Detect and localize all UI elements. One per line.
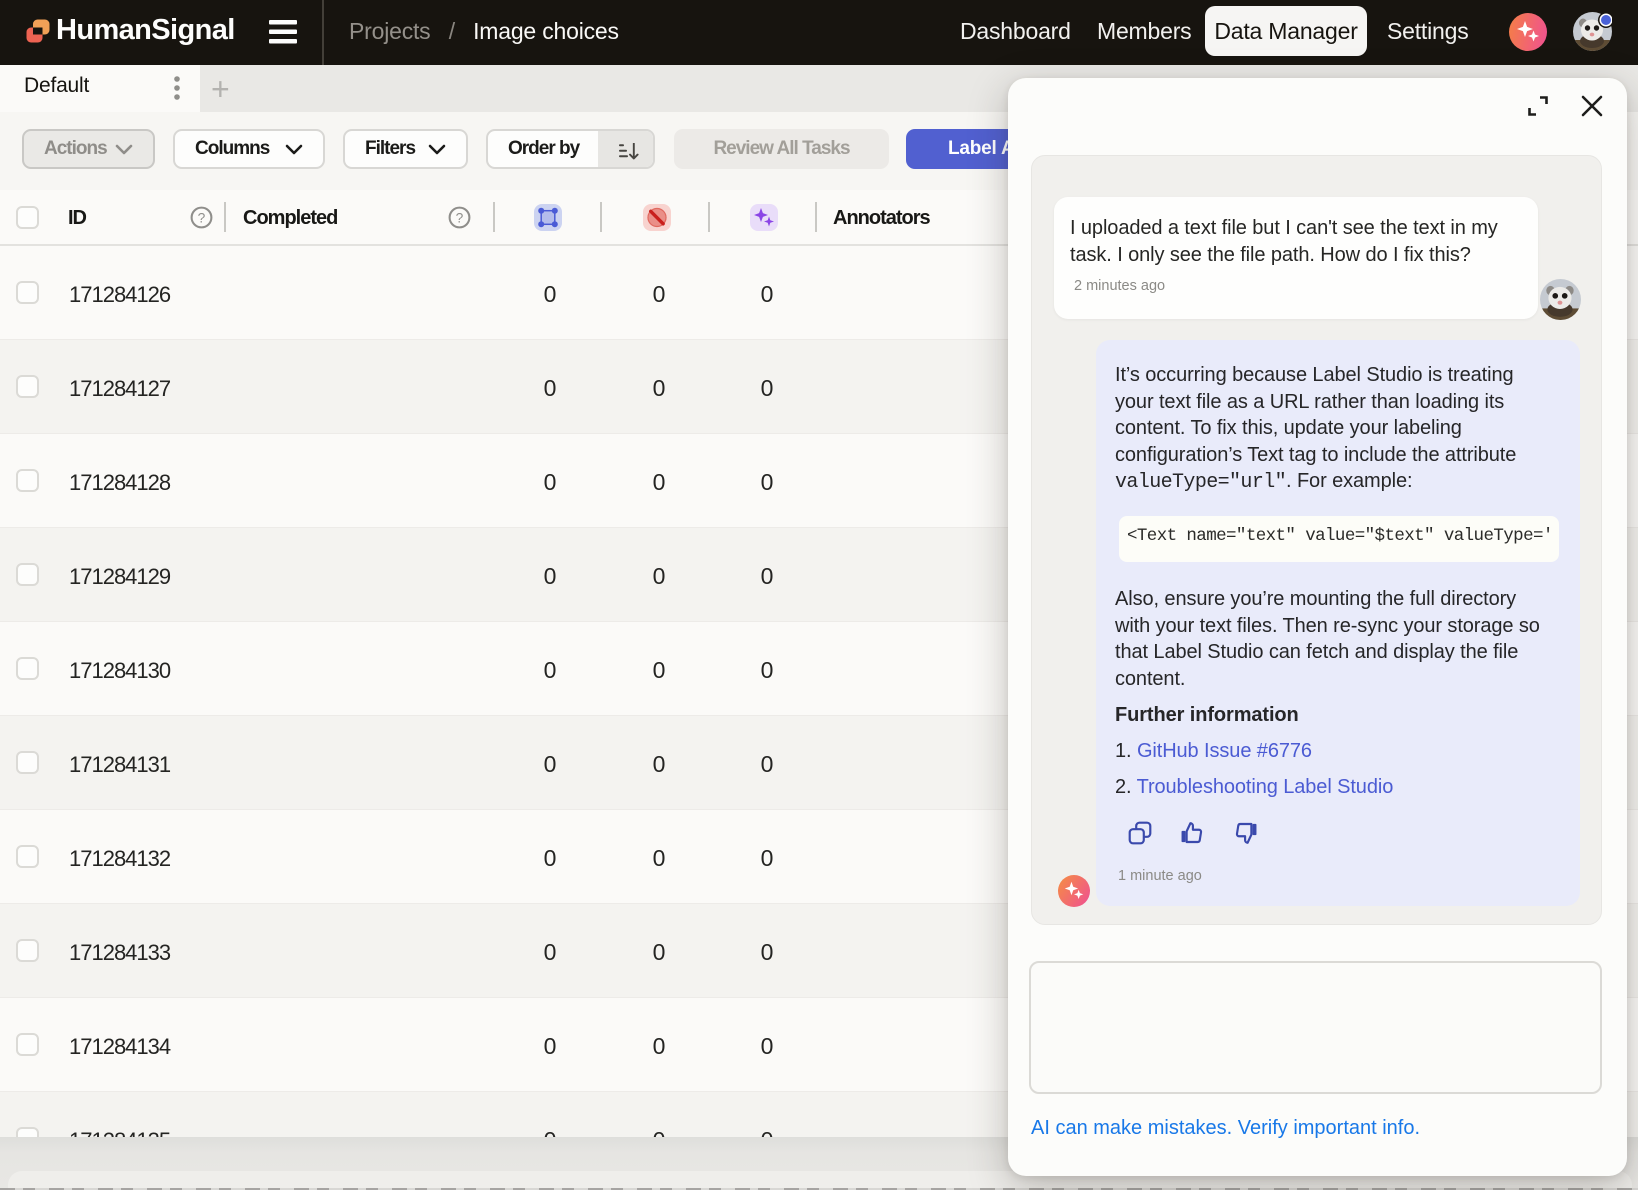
svg-text:?: ?: [456, 210, 464, 225]
svg-text:?: ?: [198, 210, 206, 225]
